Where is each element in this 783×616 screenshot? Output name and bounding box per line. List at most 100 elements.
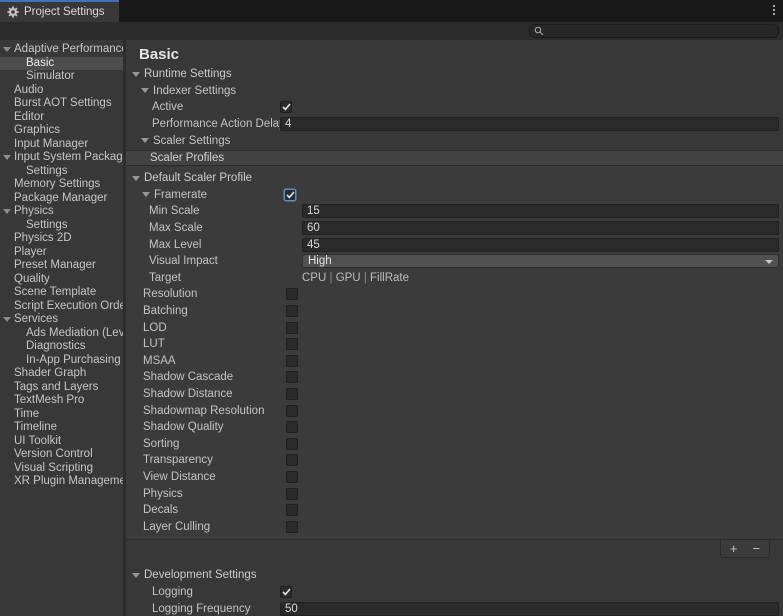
scaler-settings-foldout[interactable]: Scaler Settings [126,132,783,149]
scaler-settings-label: Scaler Settings [153,135,230,147]
sidebar-item[interactable]: Script Execution Order [0,300,123,314]
logging-frequency-input[interactable] [280,602,779,616]
sidebar-item-label: Scene Template [14,286,96,298]
sidebar-item[interactable]: Version Control [0,448,123,462]
sidebar-item[interactable]: Services [0,313,123,327]
scaler-checkbox[interactable] [286,355,298,367]
foldout-arrow-icon[interactable] [3,47,11,52]
sidebar-item-label: Simulator [26,70,75,82]
foldout-arrow-icon[interactable] [3,317,11,322]
sidebar-item[interactable]: Physics [0,205,123,219]
max-scale-input[interactable] [302,221,779,235]
list-footer-buttons: + − [720,540,770,558]
sidebar-item[interactable]: Basic [0,57,123,71]
sidebar-item[interactable]: Editor [0,111,123,125]
framerate-foldout[interactable]: Framerate [126,189,284,201]
foldout-arrow-icon[interactable] [141,88,149,93]
scaler-toggle-row: MSAA [126,353,783,370]
scaler-checkbox[interactable] [286,405,298,417]
logging-label: Logging [126,586,280,598]
scaler-checkbox[interactable] [286,488,298,500]
scaler-checkbox[interactable] [286,454,298,466]
sidebar-item[interactable]: Settings [0,219,123,233]
sidebar-item[interactable]: In-App Purchasing [0,354,123,368]
sidebar-item[interactable]: Scene Template [0,286,123,300]
framerate-checkbox[interactable] [284,189,296,201]
indexer-settings-foldout[interactable]: Indexer Settings [126,83,783,100]
scaler-checkbox[interactable] [286,504,298,516]
foldout-arrow-icon[interactable] [132,72,140,77]
tab-project-settings[interactable]: Project Settings [0,0,119,22]
sidebar-item-label: XR Plugin Management [14,475,123,487]
max-scale-label: Max Scale [126,222,302,234]
sidebar-item[interactable]: Shader Graph [0,367,123,381]
runtime-settings-foldout[interactable]: Runtime Settings [126,66,783,83]
scaler-checkbox[interactable] [286,322,298,334]
scaler-checkbox[interactable] [286,371,298,383]
sidebar-item[interactable]: Graphics [0,124,123,138]
sidebar-item[interactable]: Adaptive Performance [0,43,123,57]
search-input[interactable] [544,25,774,37]
sidebar-item[interactable]: Simulator [0,70,123,84]
active-checkbox[interactable] [280,101,292,113]
search-field[interactable] [529,24,779,38]
sidebar-item[interactable]: Input Manager [0,138,123,152]
sidebar-item[interactable]: Preset Manager [0,259,123,273]
scaler-checkbox[interactable] [286,288,298,300]
scaler-label: View Distance [126,471,286,483]
visual-impact-dropdown[interactable]: High [302,254,779,268]
foldout-arrow-icon[interactable] [132,573,140,578]
sidebar-item[interactable]: Package Manager [0,192,123,206]
default-scaler-profile-foldout[interactable]: Default Scaler Profile [126,170,783,187]
scaler-label: Shadow Quality [126,421,286,433]
performance-action-delay-input[interactable] [280,117,779,131]
scaler-toggle-row: Shadow Cascade [126,369,783,386]
foldout-arrow-icon[interactable] [141,138,149,143]
logging-checkbox[interactable] [280,586,292,598]
foldout-arrow-icon[interactable] [3,155,11,160]
sidebar-item[interactable]: Physics 2D [0,232,123,246]
scaler-checkbox[interactable] [286,421,298,433]
sidebar-item[interactable]: Time [0,408,123,422]
foldout-arrow-icon[interactable] [132,176,140,181]
performance-action-delay-label: Performance Action Delay [126,118,280,130]
scaler-checkbox[interactable] [286,388,298,400]
sidebar-item[interactable]: Visual Scripting [0,462,123,476]
performance-action-delay-row: Performance Action Delay [126,116,783,133]
scaler-checkbox[interactable] [286,521,298,533]
scaler-label: Shadowmap Resolution [126,405,286,417]
kebab-menu-icon[interactable] [773,5,775,15]
sidebar-item[interactable]: Timeline [0,421,123,435]
gear-icon [7,6,19,18]
sidebar-item[interactable]: Ads Mediation (Level [0,327,123,341]
max-level-input[interactable] [302,238,779,252]
target-label: Target [126,272,302,284]
sidebar-item[interactable]: Quality [0,273,123,287]
settings-main-panel: Basic Runtime Settings Indexer Settings … [126,40,783,616]
sidebar-item[interactable]: Burst AOT Settings [0,97,123,111]
scaler-checkbox[interactable] [286,305,298,317]
add-button[interactable]: + [724,541,744,557]
foldout-arrow-icon[interactable] [142,192,150,197]
sidebar-item[interactable]: Settings [0,165,123,179]
sidebar-item[interactable]: Audio [0,84,123,98]
sidebar-item[interactable]: Tags and Layers [0,381,123,395]
development-settings-foldout[interactable]: Development Settings [126,567,783,584]
scaler-checkbox[interactable] [286,438,298,450]
sidebar-item[interactable]: TextMesh Pro [0,394,123,408]
foldout-arrow-icon[interactable] [3,209,11,214]
scaler-profiles-list-footer: + − [126,540,783,560]
remove-button[interactable]: − [746,541,766,557]
sidebar-item[interactable]: Diagnostics [0,340,123,354]
max-level-row: Max Level [126,236,783,253]
sidebar-item[interactable]: Player [0,246,123,260]
scaler-checkbox[interactable] [286,471,298,483]
sidebar-item[interactable]: Input System Package [0,151,123,165]
visual-impact-value: High [308,255,332,267]
scaler-checkbox[interactable] [286,338,298,350]
min-scale-input[interactable] [302,204,779,218]
sidebar-item[interactable]: Memory Settings [0,178,123,192]
sidebar-item[interactable]: XR Plugin Management [0,475,123,489]
scaler-profiles-list-header: Scaler Profiles [126,150,783,166]
sidebar-item[interactable]: UI Toolkit [0,435,123,449]
